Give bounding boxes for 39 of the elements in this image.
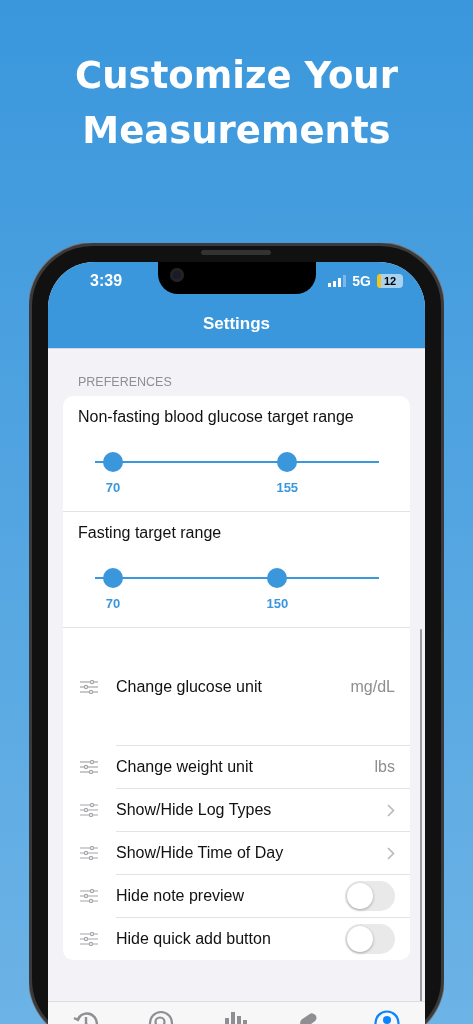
- status-time: 3:39: [90, 272, 123, 290]
- range-label: Non-fasting blood glucose target range: [78, 407, 355, 427]
- sliders-icon: [80, 759, 98, 774]
- camera-icon: [170, 268, 184, 282]
- nav-title: Settings: [202, 314, 271, 334]
- setting-label[interactable]: Change glucose unit: [116, 677, 351, 696]
- slider-thumb[interactable]: [267, 568, 288, 588]
- speaker-grille: [201, 250, 271, 255]
- range-reading: 150: [265, 596, 290, 612]
- section-header: PREFERENCES: [77, 374, 172, 391]
- slider-thumb[interactable]: [102, 452, 123, 472]
- toggle-switch[interactable]: [345, 881, 395, 911]
- range-reading: 70: [104, 480, 122, 496]
- headline: Customize Your Measurements: [74, 53, 399, 154]
- network-label: 5G: [352, 273, 371, 289]
- setting-value: lbs: [374, 758, 395, 776]
- sliders-icon: [80, 845, 98, 860]
- sliders-icon: [80, 888, 98, 903]
- range-slider[interactable]: [95, 568, 379, 588]
- setting-value: mg/dL: [350, 677, 395, 696]
- signal-icon: [328, 275, 347, 287]
- range-reading: 155: [275, 480, 300, 496]
- chevron-icon: [387, 803, 395, 817]
- toggle-switch[interactable]: [345, 924, 395, 954]
- setting-label[interactable]: Show/Hide Log Types: [116, 801, 387, 819]
- chevron-icon: [387, 846, 395, 860]
- setting-label[interactable]: Hide quick add button: [116, 930, 345, 948]
- setting-label[interactable]: Change weight unit: [116, 758, 375, 776]
- slider-thumb[interactable]: [102, 568, 123, 588]
- sliders-icon: [80, 931, 98, 946]
- slider-thumb[interactable]: [277, 452, 298, 472]
- range-slider[interactable]: [95, 452, 379, 472]
- setting-label[interactable]: Hide note preview: [116, 887, 345, 905]
- range-label: Fasting target range: [78, 523, 223, 543]
- sliders-icon: [80, 802, 98, 817]
- setting-label[interactable]: Show/Hide Time of Day: [116, 844, 387, 862]
- battery-icon: 12: [377, 274, 403, 288]
- sliders-icon: [80, 679, 98, 694]
- range-reading: 70: [104, 596, 122, 612]
